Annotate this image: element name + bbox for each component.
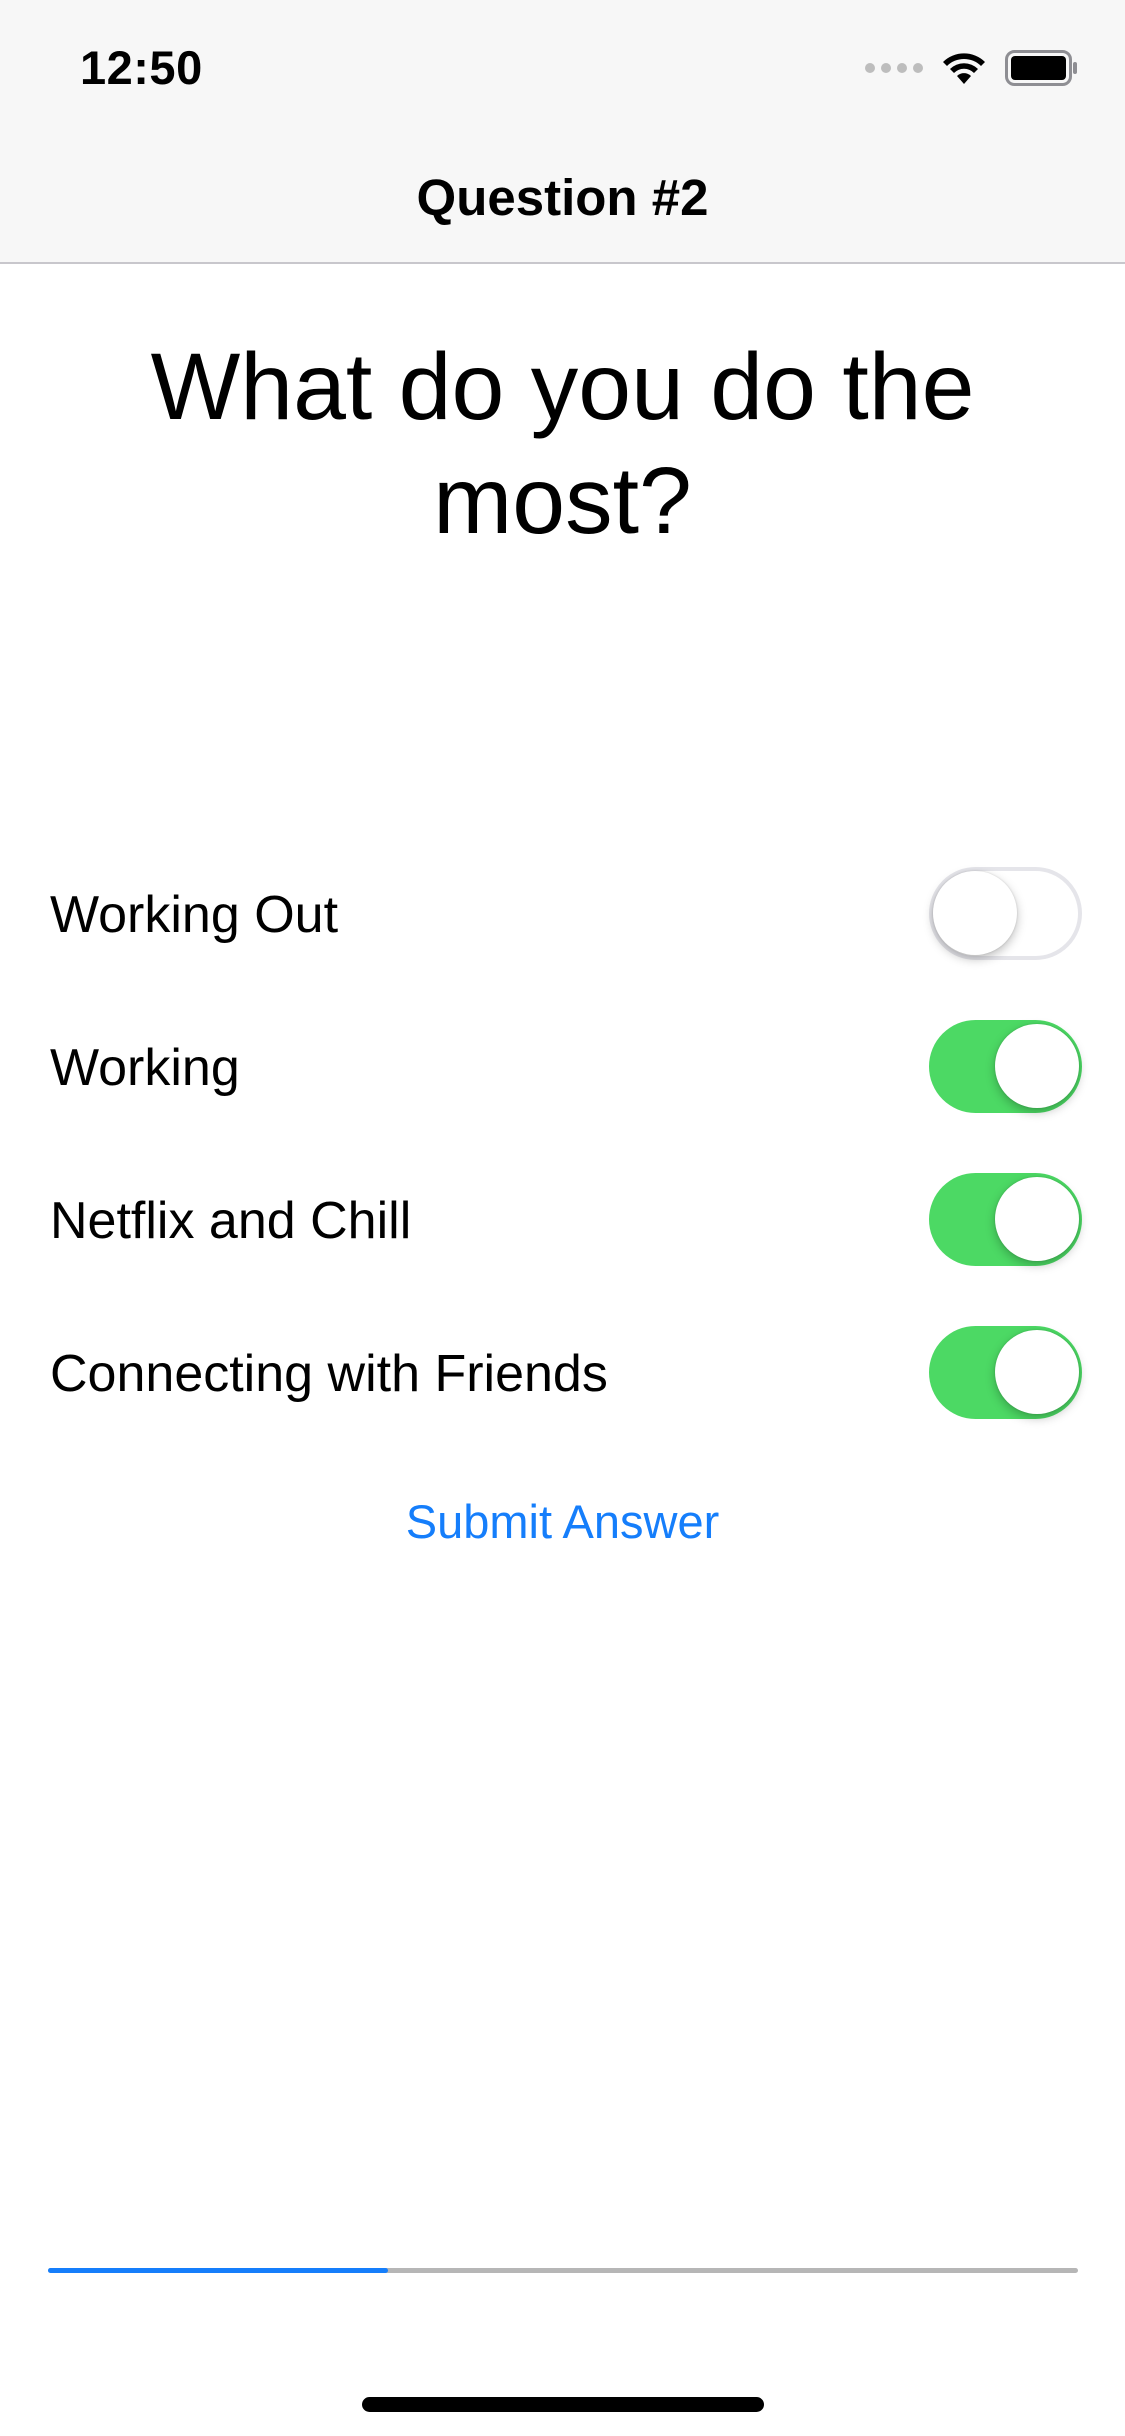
toggle-switch[interactable] (929, 867, 1082, 960)
toggle-switch[interactable] (929, 1173, 1082, 1266)
option-label: Connecting with Friends (50, 1345, 608, 1403)
signal-dots-icon (865, 63, 923, 73)
option-row-connecting: Connecting with Friends (0, 1326, 1125, 1422)
wifi-icon (943, 53, 985, 84)
status-icons (865, 48, 1079, 88)
toggle-switch[interactable] (929, 1020, 1082, 1113)
option-label: Working Out (50, 886, 339, 944)
battery-icon (1005, 50, 1077, 86)
top-bars: 12:50 Question #2 (0, 0, 1125, 264)
option-row-working: Working (0, 1020, 1125, 1116)
toggle-knob (933, 871, 1017, 955)
nav-title: Question #2 (416, 169, 709, 226)
option-label: Working (50, 1039, 240, 1097)
option-label: Netflix and Chill (50, 1192, 412, 1250)
toggle-switch[interactable] (929, 1326, 1082, 1419)
progress-bar (48, 2268, 1078, 2273)
option-row-working-out: Working Out (0, 867, 1125, 963)
progress-fill (48, 2268, 388, 2273)
status-time: 12:50 (80, 41, 203, 94)
question-title: What do you do the most? (150, 334, 975, 554)
home-indicator[interactable] (362, 2397, 764, 2412)
option-row-netflix: Netflix and Chill (0, 1173, 1125, 1269)
toggle-knob (995, 1330, 1079, 1414)
toggle-knob (995, 1177, 1079, 1261)
submit-answer-button[interactable]: Submit Answer (0, 1494, 1125, 1549)
toggle-knob (995, 1024, 1079, 1108)
